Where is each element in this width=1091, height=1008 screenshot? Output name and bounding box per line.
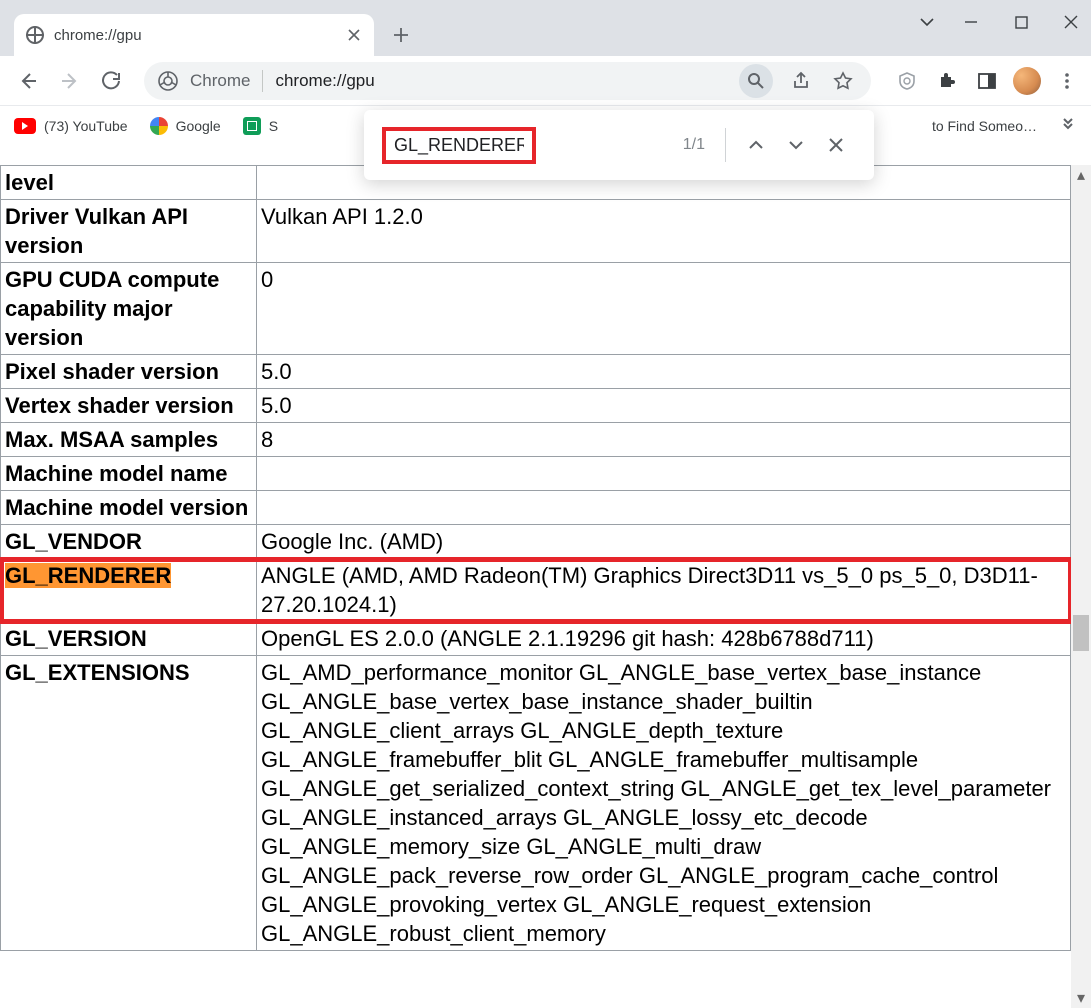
- browser-tab[interactable]: chrome://gpu: [14, 14, 374, 56]
- find-input-highlight: [382, 127, 536, 164]
- table-row: GL_EXTENSIONSGL_AMD_performance_monitor …: [1, 656, 1071, 951]
- row-value: 5.0: [257, 355, 1071, 389]
- row-key: GL_RENDERER: [1, 559, 257, 622]
- row-key: Driver Vulkan API version: [1, 200, 257, 263]
- extensions-puzzle-icon[interactable]: [933, 67, 961, 95]
- row-key: level: [1, 166, 257, 200]
- find-close-button[interactable]: [816, 125, 856, 165]
- row-key: Vertex shader version: [1, 389, 257, 423]
- table-row: Vertex shader version5.0: [1, 389, 1071, 423]
- back-button[interactable]: [10, 63, 46, 99]
- table-row: GL_VERSIONOpenGL ES 2.0.0 (ANGLE 2.1.192…: [1, 622, 1071, 656]
- page-content: levelDriver Vulkan API versionVulkan API…: [0, 165, 1071, 1008]
- titlebar: chrome://gpu: [0, 0, 1091, 56]
- tab-search-button[interactable]: [919, 14, 935, 30]
- table-row: Machine model name: [1, 457, 1071, 491]
- bookmark-label: S: [269, 118, 278, 134]
- table-row: GL_VENDORGoogle Inc. (AMD): [1, 525, 1071, 559]
- find-match-count: 1/1: [683, 136, 705, 154]
- chrome-icon: [158, 71, 178, 91]
- bookmark-youtube[interactable]: (73) YouTube: [14, 118, 128, 134]
- share-icon[interactable]: [787, 67, 815, 95]
- scrollbar-track[interactable]: ▴ ▾: [1071, 165, 1091, 1008]
- row-value: 5.0: [257, 389, 1071, 423]
- find-separator: [725, 128, 726, 162]
- close-tab-button[interactable]: [346, 27, 362, 43]
- omnibox[interactable]: Chrome chrome://gpu: [144, 62, 871, 100]
- toolbar: Chrome chrome://gpu: [0, 56, 1091, 106]
- scroll-down-arrow[interactable]: ▾: [1071, 988, 1091, 1008]
- row-key: GPU CUDA compute capability major versio…: [1, 263, 257, 355]
- reload-button[interactable]: [94, 63, 130, 99]
- row-value: OpenGL ES 2.0.0 (ANGLE 2.1.19296 git has…: [257, 622, 1071, 656]
- row-value: Google Inc. (AMD): [257, 525, 1071, 559]
- minimize-button[interactable]: [957, 8, 985, 36]
- row-key: Max. MSAA samples: [1, 423, 257, 457]
- bookmark-star-icon[interactable]: [829, 67, 857, 95]
- row-value: [257, 491, 1071, 525]
- row-key: Machine model name: [1, 457, 257, 491]
- omnibox-chip-label: Chrome: [190, 71, 250, 91]
- row-key: GL_VENDOR: [1, 525, 257, 559]
- sheets-icon: [243, 117, 261, 135]
- table-row: Max. MSAA samples8: [1, 423, 1071, 457]
- row-value: [257, 457, 1071, 491]
- find-next-button[interactable]: [776, 125, 816, 165]
- side-panel-icon[interactable]: [973, 67, 1001, 95]
- bookmark-item[interactable]: to Find Someo…: [932, 118, 1037, 134]
- scrollbar-thumb[interactable]: [1073, 615, 1089, 651]
- profile-avatar[interactable]: [1013, 67, 1041, 95]
- table-row: Machine model version: [1, 491, 1071, 525]
- bookmark-google[interactable]: Google: [150, 117, 221, 135]
- bookmarks-overflow-button[interactable]: [1059, 117, 1077, 135]
- youtube-icon: [14, 118, 36, 134]
- gpu-info-table: levelDriver Vulkan API versionVulkan API…: [0, 165, 1071, 951]
- google-icon: [150, 117, 168, 135]
- tab-title: chrome://gpu: [54, 27, 336, 44]
- bookmark-label: to Find Someo…: [932, 118, 1037, 134]
- row-value: 0: [257, 263, 1071, 355]
- row-key: GL_VERSION: [1, 622, 257, 656]
- row-key: GL_EXTENSIONS: [1, 656, 257, 951]
- table-row: GL_RENDERERANGLE (AMD, AMD Radeon(TM) Gr…: [1, 559, 1071, 622]
- find-input[interactable]: [394, 135, 524, 156]
- row-key: Machine model version: [1, 491, 257, 525]
- row-value: 8: [257, 423, 1071, 457]
- row-value: GL_AMD_performance_monitor GL_ANGLE_base…: [257, 656, 1071, 951]
- scroll-up-arrow[interactable]: ▴: [1071, 165, 1091, 185]
- row-value: ANGLE (AMD, AMD Radeon(TM) Graphics Dire…: [257, 559, 1071, 622]
- omnibox-separator: [262, 70, 263, 92]
- row-value: Vulkan API 1.2.0: [257, 200, 1071, 263]
- find-in-page-icon[interactable]: [739, 64, 773, 98]
- window-controls: [919, 8, 1085, 36]
- menu-button[interactable]: [1053, 67, 1081, 95]
- close-window-button[interactable]: [1057, 8, 1085, 36]
- bookmark-label: Google: [176, 118, 221, 134]
- table-row: Pixel shader version5.0: [1, 355, 1071, 389]
- globe-icon: [26, 26, 44, 44]
- new-tab-button[interactable]: [386, 20, 416, 50]
- table-row: Driver Vulkan API versionVulkan API 1.2.…: [1, 200, 1071, 263]
- table-row: GPU CUDA compute capability major versio…: [1, 263, 1071, 355]
- find-prev-button[interactable]: [736, 125, 776, 165]
- omnibox-url: chrome://gpu: [275, 71, 374, 91]
- row-key: Pixel shader version: [1, 355, 257, 389]
- extension-shield-icon[interactable]: [893, 67, 921, 95]
- forward-button[interactable]: [52, 63, 88, 99]
- bookmark-label: (73) YouTube: [44, 118, 128, 134]
- bookmark-sheets[interactable]: S: [243, 117, 278, 135]
- find-in-page-bar: 1/1: [364, 110, 874, 180]
- maximize-button[interactable]: [1007, 8, 1035, 36]
